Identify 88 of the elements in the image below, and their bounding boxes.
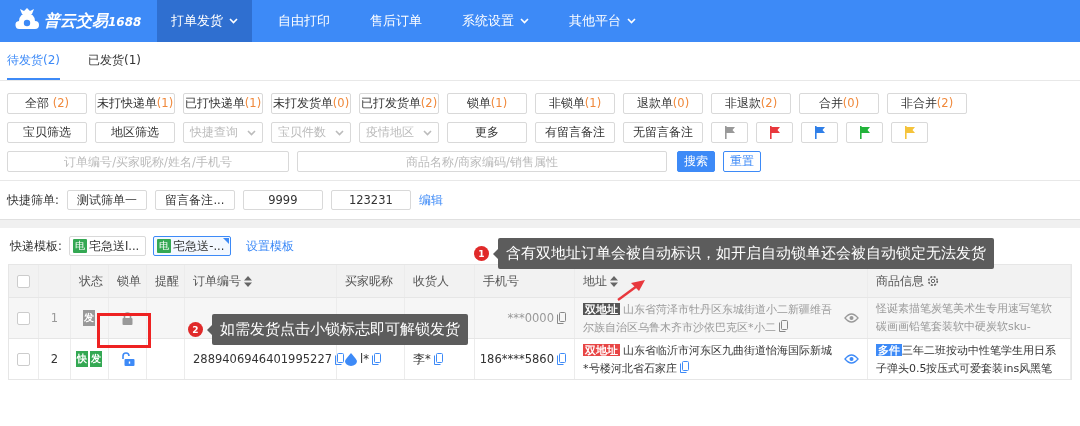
column-header: 地址 (583, 272, 607, 290)
copy-icon[interactable] (778, 319, 788, 332)
row-index: 1 (50, 311, 59, 325)
callout-tooltip: 含有双地址订单会被自动标识，如开启自动锁单还会被自动锁定无法发货 (498, 238, 994, 269)
eye-icon[interactable] (844, 313, 859, 323)
order-search-field[interactable]: 订单编号/买家昵称/姓名/手机号 (7, 151, 289, 172)
filter-button[interactable]: 锁单(1) (447, 93, 527, 114)
filter-button[interactable]: 非锁单(1) (535, 93, 615, 114)
unlock-icon[interactable] (120, 352, 135, 366)
column-header: 买家昵称 (345, 272, 393, 290)
phone-number: 186****5860 (479, 352, 554, 366)
address-text: 双地址 山东省菏泽市牡丹区东城街道小二新疆维吾尔族自治区乌鲁木齐市沙依巴克区*小二 (583, 301, 833, 336)
column-header: 商品信息 (876, 272, 924, 290)
copy-icon[interactable] (557, 353, 566, 365)
gear-icon[interactable] (927, 275, 939, 287)
quick-filter-button[interactable]: 123231 (330, 190, 411, 210)
phone-number: ***0000 (507, 311, 554, 325)
pointer-arrow (617, 279, 645, 301)
column-header: 手机号 (483, 272, 519, 290)
template-button[interactable]: 电 宅急送I... (68, 236, 147, 256)
buyer-nickname: l* (360, 352, 369, 366)
goods-info: 怪诞素描笔炭笔美术生专用速写笔软碳画画铅笔套装软中硬炭软sku- (876, 301, 1053, 335)
chevron-down-icon (335, 129, 344, 136)
status-tag: 快 (75, 351, 88, 367)
app-logo-text: 普云交易1688 (44, 10, 142, 32)
sort-icon[interactable] (610, 275, 618, 287)
callout-pointer (207, 324, 212, 335)
filter-button[interactable]: 地区筛选 (95, 122, 175, 143)
filter-button[interactable]: 更多 (447, 122, 527, 143)
filter-button[interactable]: 合并(0) (799, 93, 879, 114)
sort-icon[interactable] (244, 275, 252, 287)
checkbox[interactable] (17, 274, 30, 288)
column-header: 订单编号 (193, 272, 241, 290)
eye-icon[interactable] (844, 354, 859, 364)
status-tag: 发 (89, 351, 102, 367)
order-number: 2889406946401995227 (193, 352, 333, 366)
quick-filter-label: 快捷筛单: (7, 192, 59, 208)
template-button[interactable]: 电 宅急送-... (153, 236, 232, 256)
nav-tab[interactable]: 打单发货 (157, 0, 252, 42)
filter-button[interactable]: 非合并(2) (887, 93, 967, 114)
flag-button[interactable] (756, 122, 793, 143)
quick-filter-button[interactable]: 测试筛单一 (66, 190, 147, 210)
status-tab[interactable]: 已发货(1) (88, 42, 141, 80)
setup-template-link[interactable]: 设置模板 (246, 238, 295, 254)
filter-button[interactable]: 未打发货单(0) (271, 93, 351, 114)
copy-icon[interactable] (557, 312, 566, 324)
quick-filter-button[interactable]: 9999 (242, 190, 323, 210)
copy-icon[interactable] (433, 353, 443, 365)
filter-button[interactable]: 非退款(2) (711, 93, 791, 114)
receiver-name: 李* (413, 351, 431, 367)
checkbox[interactable] (17, 311, 30, 325)
callout-pointer (493, 248, 498, 259)
filter-button[interactable]: 未打快递单(1) (95, 93, 175, 114)
filter-button[interactable]: 已打快递单(1) (183, 93, 263, 114)
checkbox[interactable] (17, 352, 30, 366)
column-header: 状态 (79, 272, 103, 290)
callout-tooltip: 如需发货点击小锁标志即可解锁发货 (212, 314, 468, 345)
filter-button[interactable]: 已打发货单(2) (359, 93, 439, 114)
drop-icon (345, 352, 357, 366)
flag-button[interactable] (846, 122, 883, 143)
copy-icon[interactable] (371, 353, 381, 365)
quick-filter-button[interactable]: 留言备注... (154, 190, 235, 210)
step-number: 1 (474, 246, 489, 261)
chevron-down-icon (247, 129, 256, 136)
flag-button[interactable] (801, 122, 838, 143)
chevron-down-icon (423, 129, 432, 136)
status-tab[interactable]: 待发货(2) (7, 42, 60, 80)
edit-link[interactable]: 编辑 (418, 192, 443, 208)
lock-icon[interactable] (122, 311, 133, 325)
copy-icon[interactable] (335, 353, 345, 365)
column-header: 锁单 (117, 272, 141, 290)
flag-button[interactable] (711, 122, 748, 143)
filter-button[interactable]: 退款单(0) (623, 93, 703, 114)
row-index: 2 (50, 352, 59, 366)
address-text: 双地址 山东省临沂市河东区九曲街道怡海国际新城*号楼河北省石家庄 (583, 342, 833, 377)
status-tag: 发 (82, 310, 95, 326)
column-header: 收货人 (413, 272, 449, 290)
template-label: 快递模板: (10, 238, 62, 254)
goods-search-field[interactable]: 商品名称/商家编码/销售属性 (297, 151, 667, 172)
filter-button[interactable]: 无留言备注 (623, 122, 703, 143)
filter-button[interactable]: 宝贝筛选 (7, 122, 87, 143)
column-header: 提醒 (155, 272, 179, 290)
reset-button[interactable]: 重置 (723, 151, 761, 172)
filter-button[interactable]: 有留言备注 (535, 122, 615, 143)
goods-info: 多件 三年二班按动中性笔学生用日系子弹头0.5按压式可爱套装ins风黑笔 (876, 342, 1057, 377)
highlight-frame (97, 313, 151, 348)
filter-button[interactable]: 全部 (2) (7, 93, 87, 114)
copy-icon[interactable] (679, 360, 689, 373)
